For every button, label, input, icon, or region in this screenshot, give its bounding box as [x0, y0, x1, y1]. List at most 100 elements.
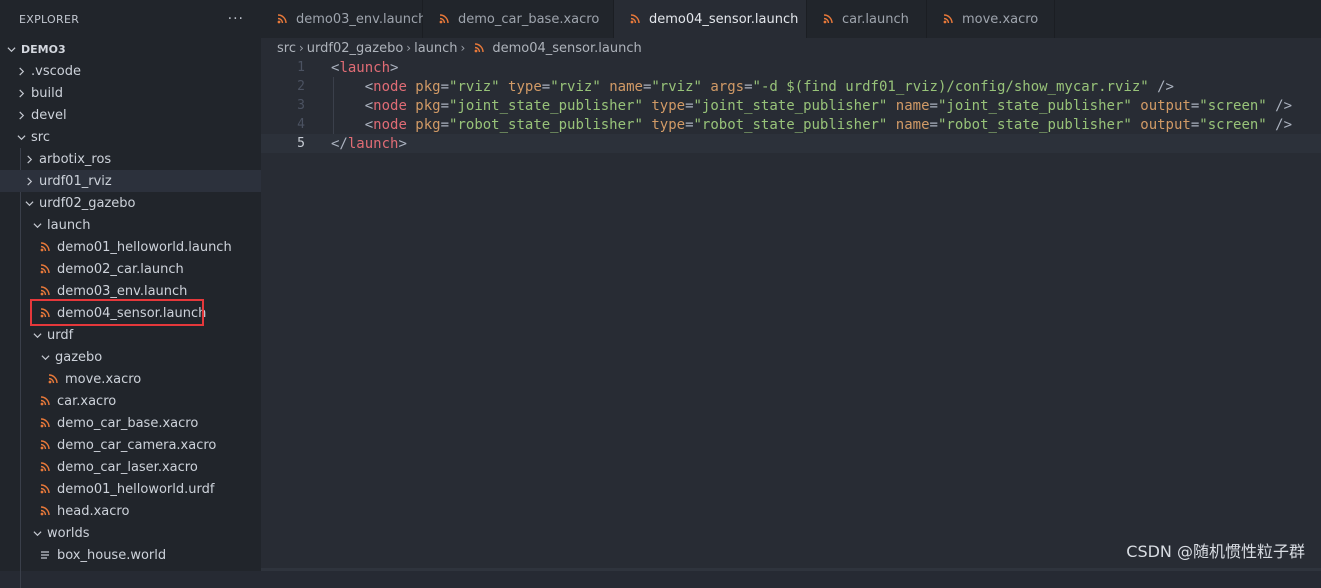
code-token: "rviz": [550, 78, 601, 95]
code-token: type: [642, 97, 686, 114]
tree-item-worlds-folder[interactable]: worlds: [0, 522, 261, 544]
code-token: =: [685, 116, 694, 133]
chevron-down-icon: [5, 45, 17, 54]
code-token: >: [390, 59, 399, 76]
code-line-current: 5 </launch>: [261, 134, 1321, 153]
code-token: output: [1131, 97, 1191, 114]
breadcrumb-item[interactable]: launch: [414, 41, 457, 56]
tab-label: demo04_sensor.launch: [649, 11, 799, 27]
tree-item-urdf01-rviz[interactable]: urdf01_rviz: [0, 170, 261, 192]
code-text: <node pkg="robot_state_publisher" type="…: [331, 117, 1292, 133]
tree-item-label: demo_car_base.xacro: [57, 415, 199, 431]
breadcrumb-item[interactable]: urdf02_gazebo: [307, 41, 403, 56]
code-token: =: [440, 116, 450, 133]
tree-item-label: car.xacro: [57, 393, 117, 409]
chevron-down-icon: [31, 331, 43, 340]
code-editor[interactable]: 1 <launch> 2 <node pkg="rviz" type="rviz…: [261, 58, 1321, 571]
code-token: "screen": [1199, 116, 1267, 133]
tree-item-demo-car-laser-xacro[interactable]: demo_car_laser.xacro: [0, 456, 261, 478]
code-token: launch: [347, 135, 399, 152]
tree-item-label: demo04_sensor.launch: [57, 305, 207, 321]
chevron-right-icon: [15, 88, 27, 98]
code-token: =: [440, 78, 450, 95]
tree-item-demo01-helloworld-launch[interactable]: demo01_helloworld.launch: [0, 236, 261, 258]
code-token: name: [887, 116, 930, 133]
tab-demo04-sensor-launch[interactable]: demo04_sensor.launch ×: [614, 0, 818, 38]
rss-file-icon: [39, 506, 51, 516]
file-tree: DEMO3 .vscode build devel src arbotix_ro…: [0, 38, 261, 588]
line-number: 4: [297, 117, 305, 132]
rss-file-icon: [39, 286, 51, 296]
tree-root-demo3[interactable]: DEMO3: [0, 38, 261, 60]
tree-item-demo-car-base-xacro[interactable]: demo_car_base.xacro: [0, 412, 261, 434]
tree-item-label: demo03_env.launch: [57, 283, 188, 299]
tree-item-label: demo_car_camera.xacro: [57, 437, 217, 453]
tree-item-vscode[interactable]: .vscode: [0, 60, 261, 82]
code-token: "joint_state_publisher": [937, 97, 1132, 114]
more-actions-icon[interactable]: ···: [228, 11, 244, 27]
lines-file-icon: [39, 550, 51, 560]
tree-item-launch-folder[interactable]: launch: [0, 214, 261, 236]
tree-item-urdf02-gazebo[interactable]: urdf02_gazebo: [0, 192, 261, 214]
tab-car-launch[interactable]: car.launch: [807, 0, 927, 38]
tree-item-src[interactable]: src: [0, 126, 261, 148]
tab-label: move.xacro: [962, 11, 1039, 27]
tree-item-demo-car-camera-xacro[interactable]: demo_car_camera.xacro: [0, 434, 261, 456]
tree-item-arbotix-ros[interactable]: arbotix_ros: [0, 148, 261, 170]
tab-move-xacro[interactable]: move.xacro: [927, 0, 1055, 38]
chevron-right-icon: ›: [406, 41, 412, 55]
code-token: "robot_state_publisher": [449, 116, 643, 133]
tab-label: car.launch: [842, 11, 909, 27]
code-token: <: [331, 78, 374, 95]
code-token: />: [1266, 116, 1293, 133]
rss-file-icon: [39, 418, 51, 428]
tree-item-label: demo01_helloworld.launch: [57, 239, 232, 255]
tree-item-gazebo-folder[interactable]: gazebo: [0, 346, 261, 368]
tree-item-label: src: [31, 129, 50, 145]
code-token: type: [499, 78, 542, 95]
code-token: "rviz": [449, 78, 500, 95]
tab-demo-car-base-xacro[interactable]: demo_car_base.xacro: [423, 0, 614, 38]
tree-item-urdf-folder[interactable]: urdf: [0, 324, 261, 346]
line-number: 1: [297, 60, 305, 75]
code-token: <: [331, 116, 374, 133]
rss-file-icon: [277, 14, 287, 24]
code-token: pkg: [406, 78, 441, 95]
tree-item-head-xacro[interactable]: head.xacro: [0, 500, 261, 522]
rss-file-icon: [39, 264, 51, 274]
code-token: =: [685, 97, 694, 114]
code-token: launch: [339, 59, 391, 76]
rss-file-icon: [474, 43, 485, 53]
code-line: 2 <node pkg="rviz" type="rviz" name="rvi…: [261, 77, 1321, 96]
tree-item-label: head.xacro: [57, 503, 130, 519]
tree-item-demo04-sensor-launch[interactable]: demo04_sensor.launch: [0, 299, 261, 326]
tree-item-devel[interactable]: devel: [0, 104, 261, 126]
chevron-down-icon: [31, 529, 43, 538]
tree-item-demo02-car-launch[interactable]: demo02_car.launch: [0, 258, 261, 280]
line-number: 3: [297, 98, 305, 113]
code-text: <node pkg="joint_state_publisher" type="…: [331, 98, 1292, 114]
code-token: name: [887, 97, 930, 114]
tree-item-box-house-world[interactable]: box_house.world: [0, 544, 261, 566]
tab-label: demo03_env.launch: [296, 11, 427, 27]
tree-item-move-xacro[interactable]: move.xacro: [0, 368, 261, 390]
tab-demo03-env-launch[interactable]: demo03_env.launch: [261, 0, 427, 38]
tree-item-build[interactable]: build: [0, 82, 261, 104]
chevron-down-icon: [39, 353, 51, 362]
code-token: =: [541, 78, 551, 95]
code-line: 3 <node pkg="joint_state_publisher" type…: [261, 96, 1321, 115]
tree-item-demo01-helloworld-urdf[interactable]: demo01_helloworld.urdf: [0, 478, 261, 500]
code-token: <: [331, 97, 374, 114]
breadcrumb-item[interactable]: src: [277, 41, 296, 56]
tree-item-car-xacro[interactable]: car.xacro: [0, 390, 261, 412]
code-token: </: [331, 135, 348, 152]
tree-item-label: devel: [31, 107, 67, 123]
line-number: 5: [297, 136, 305, 151]
code-token: pkg: [406, 97, 441, 114]
line-number: 2: [297, 79, 305, 94]
code-text: </launch>: [331, 136, 407, 152]
chevron-down-icon: [15, 133, 27, 142]
tree-item-demo03-env-launch[interactable]: demo03_env.launch: [0, 280, 261, 302]
breadcrumb-file[interactable]: demo04_sensor.launch: [492, 41, 641, 56]
code-token: args: [701, 78, 745, 95]
